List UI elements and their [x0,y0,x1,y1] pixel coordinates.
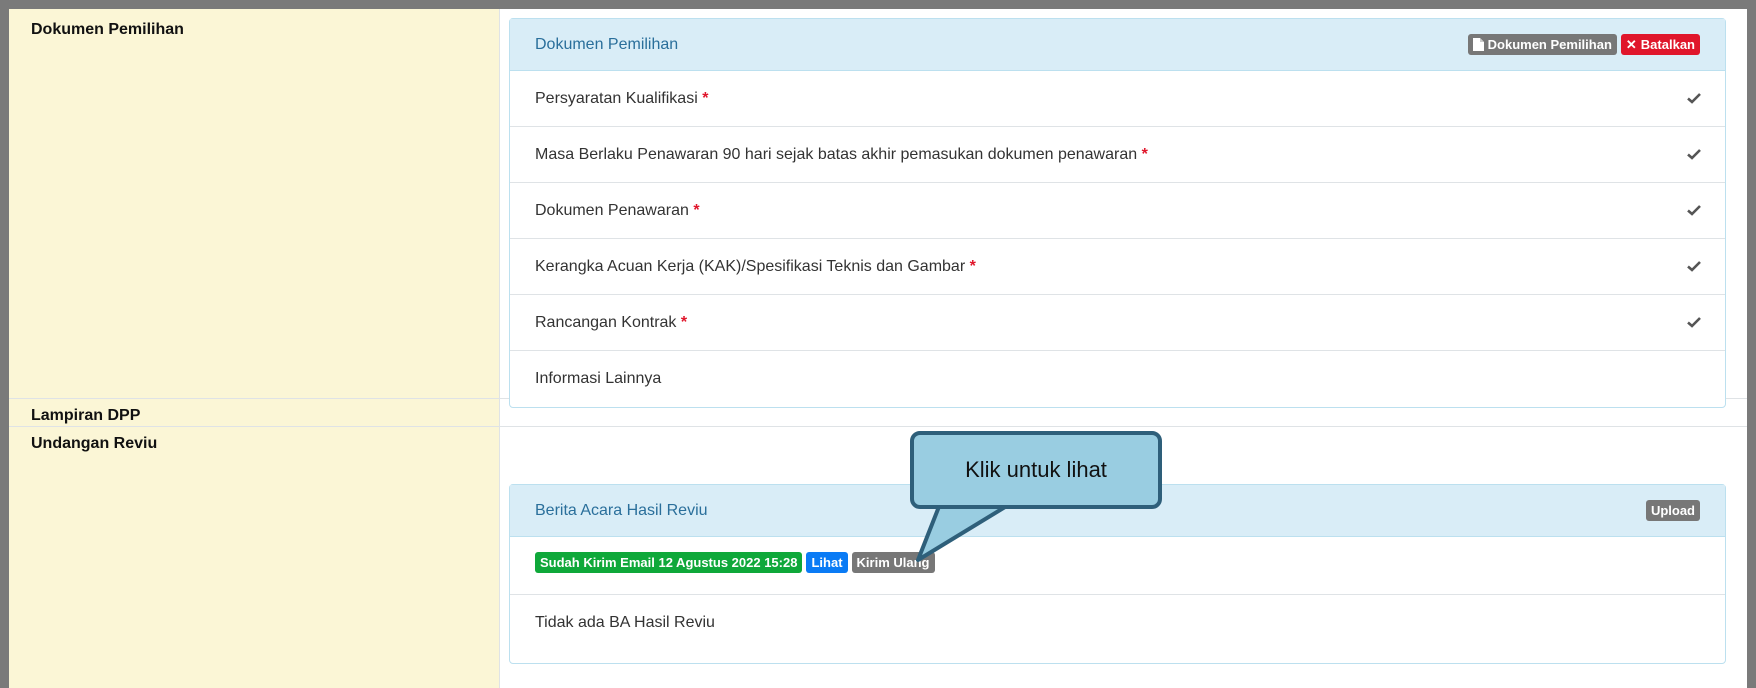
upload-button[interactable]: Upload [1645,500,1700,521]
item-label: Persyaratan Kualifikasi [535,90,698,107]
check-icon [1687,149,1701,160]
label-column [9,9,499,688]
dokumen-pemilihan-button[interactable]: Dokumen Pemilihan [1467,34,1617,55]
list-item[interactable]: Masa Berlaku Penawaran 90 hari sejak bat… [510,127,1725,183]
check-icon [1687,317,1701,328]
required-marker: * [680,314,688,331]
check-icon [1687,261,1701,272]
empty-message: Tidak ada BA Hasil Reviu [535,614,715,631]
panel-heading: Dokumen Pemilihan Dokumen Pemilihan ✕ Ba… [510,19,1725,71]
required-marker: * [969,258,976,275]
list-item: Tidak ada BA Hasil Reviu [510,595,1725,651]
check-icon [1687,205,1701,216]
status-row: Sudah Kirim Email 12 Agustus 2022 15:28 … [535,552,935,573]
item-label: Dokumen Penawaran [535,202,689,219]
item-label: Kerangka Acuan Kerja (KAK)/Spesifikasi T… [535,258,966,275]
panel-title: Dokumen Pemilihan [535,36,679,53]
row-label-dokumen-pemilihan: Dokumen Pemilihan [31,21,184,38]
check-icon [1687,93,1701,104]
file-icon [1472,38,1484,51]
dokumen-pemilihan-panel: Dokumen Pemilihan Dokumen Pemilihan ✕ Ba… [509,18,1726,408]
status-item: Sudah Kirim Email 12 Agustus 2022 15:28 … [510,537,1725,595]
list-item[interactable]: Rancangan Kontrak * [510,295,1725,351]
berita-acara-panel: Berita Acara Hasil Reviu Upload Sudah Ki… [509,484,1726,664]
panel-title: Berita Acara Hasil Reviu [535,502,708,519]
list-item[interactable]: Informasi Lainnya [510,351,1725,407]
callout-pointer [916,501,1012,562]
lihat-button[interactable]: Lihat [806,552,848,573]
required-marker: * [693,202,700,219]
row-label-lampiran-dpp: Lampiran DPP [31,407,141,424]
times-icon: ✕ [1625,36,1637,52]
batalkan-button-label: Batalkan [1640,37,1695,52]
email-status-badge: Sudah Kirim Email 12 Agustus 2022 15:28 [535,552,803,573]
list-item[interactable]: Kerangka Acuan Kerja (KAK)/Spesifikasi T… [510,239,1725,295]
list-item[interactable]: Persyaratan Kualifikasi * [510,71,1725,127]
callout-text: Klik untuk lihat [965,457,1107,482]
item-label: Informasi Lainnya [535,370,662,387]
panel-actions: Upload [1645,500,1700,521]
required-marker: * [1141,146,1148,163]
row-label-undangan-reviu: Undangan Reviu [31,435,158,452]
row-divider [9,426,1747,427]
item-label: Masa Berlaku Penawaran 90 hari sejak bat… [535,146,1138,163]
list-item[interactable]: Dokumen Penawaran * [510,183,1725,239]
callout-bubble: Klik untuk lihat [910,431,1162,509]
required-marker: * [702,90,709,107]
panel-actions: Dokumen Pemilihan ✕ Batalkan [1467,34,1700,55]
batalkan-button[interactable]: ✕ Batalkan [1620,34,1700,55]
item-label: Rancangan Kontrak [535,314,677,331]
dokumen-pemilihan-button-label: Dokumen Pemilihan [1487,37,1612,52]
dokumen-item-list: Persyaratan Kualifikasi * Masa Berlaku P… [510,71,1725,407]
